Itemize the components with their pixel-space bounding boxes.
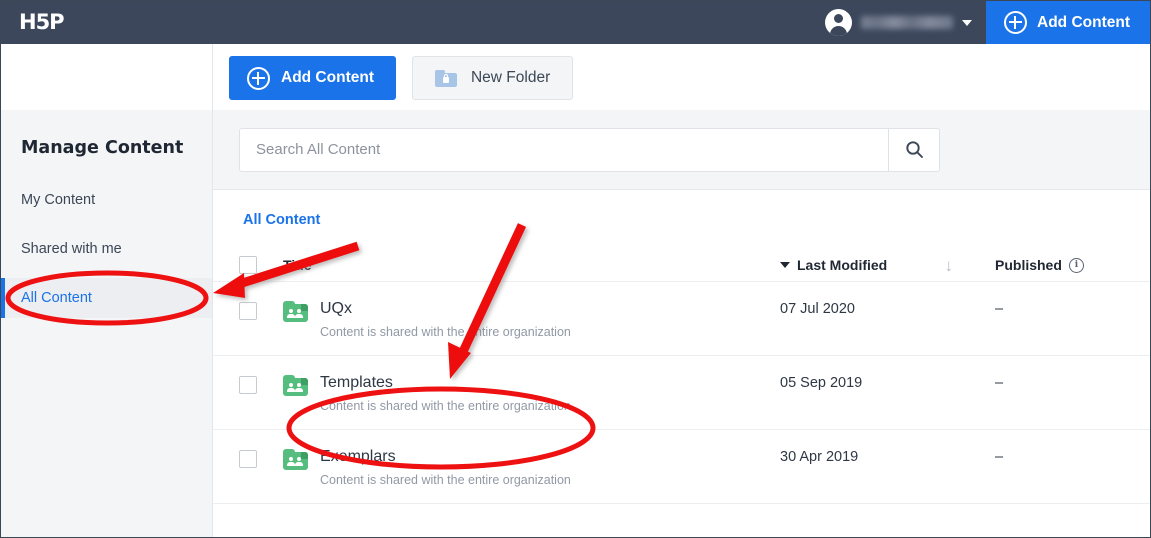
row-title-cell: UQx Content is shared with the entire or… (283, 300, 780, 339)
sort-direction-icon[interactable]: ↓ (945, 257, 954, 274)
search-input[interactable] (239, 127, 888, 172)
row-title[interactable]: Templates (320, 374, 571, 392)
shared-folder-icon (283, 449, 308, 470)
row-last-modified-cell: 30 Apr 2019 (780, 448, 995, 465)
sidebar: Manage Content My Content Shared with me… (1, 110, 213, 537)
folder-lock-icon (434, 69, 457, 87)
table-row[interactable]: UQx Content is shared with the entire or… (213, 282, 1150, 356)
search-bar (239, 127, 940, 172)
row-title[interactable]: Exemplars (320, 448, 571, 466)
table-row[interactable]: Templates Content is shared with the ent… (213, 356, 1150, 430)
search-button[interactable] (888, 127, 940, 172)
search-band (213, 110, 1150, 190)
select-all-cell (239, 256, 283, 274)
info-icon[interactable]: i (1068, 257, 1084, 273)
toolbar-actions: Add Content New Folder (229, 56, 574, 100)
select-all-checkbox[interactable] (239, 256, 257, 274)
row-subtitle: Content is shared with the entire organi… (320, 325, 571, 339)
chevron-down-icon[interactable] (962, 19, 973, 26)
main-content-panel: All Content Title Last Modified ↓ (213, 110, 1150, 537)
row-checkbox[interactable] (239, 376, 257, 394)
shared-folder-icon (283, 301, 308, 322)
row-last-modified: 30 Apr 2019 (780, 449, 859, 465)
column-header-last-modified[interactable]: Last Modified ↓ (780, 257, 995, 274)
table-row[interactable]: Exemplars Content is shared with the ent… (213, 430, 1150, 504)
add-content-label-topbar: Add Content (1037, 13, 1130, 31)
table-header-row: Title Last Modified ↓ Published i (213, 249, 1150, 282)
user-avatar-icon (825, 9, 853, 36)
sort-caret-icon (780, 262, 790, 268)
add-content-label: Add Content (281, 69, 374, 86)
add-content-button[interactable]: Add Content (229, 56, 396, 100)
toolbar-left-pane (1, 44, 213, 110)
column-title-label: Title (283, 257, 312, 273)
column-published-label: Published (995, 257, 1062, 273)
row-published-cell: – (995, 448, 1150, 466)
row-last-modified-cell: 05 Sep 2019 (780, 374, 995, 391)
h5p-logo[interactable]: H5P (19, 12, 65, 33)
row-published: – (995, 375, 1004, 391)
sidebar-item-label: Shared with me (21, 241, 122, 257)
search-icon (905, 141, 923, 158)
content-table: Title Last Modified ↓ Published i UQx Co… (213, 249, 1150, 504)
breadcrumb: All Content (213, 190, 1150, 229)
row-last-modified: 07 Jul 2020 (780, 301, 855, 317)
row-title-cell: Exemplars Content is shared with the ent… (283, 448, 780, 487)
row-subtitle: Content is shared with the entire organi… (320, 399, 571, 413)
sidebar-item-my-content[interactable]: My Content (1, 180, 212, 220)
toolbar-row: Add Content New Folder (1, 44, 1150, 111)
user-menu[interactable] (825, 1, 986, 44)
row-last-modified: 05 Sep 2019 (780, 375, 863, 391)
row-subtitle: Content is shared with the entire organi… (320, 473, 571, 487)
h5p-content-manager-window: H5P Add Content Add Content New Folder M… (0, 0, 1151, 538)
new-folder-label: New Folder (470, 69, 551, 86)
row-published-cell: – (995, 300, 1150, 318)
row-select-cell (239, 300, 283, 320)
row-title-cell: Templates Content is shared with the ent… (283, 374, 780, 413)
plus-circle-icon (247, 66, 270, 90)
sidebar-menu: My Content Shared with me All Content (1, 180, 212, 318)
row-checkbox[interactable] (239, 450, 257, 468)
top-navigation-bar: H5P Add Content (1, 1, 1150, 44)
row-title[interactable]: UQx (320, 300, 571, 318)
sidebar-title: Manage Content (21, 138, 184, 158)
row-last-modified-cell: 07 Jul 2020 (780, 300, 995, 317)
row-published-cell: – (995, 374, 1150, 392)
row-published: – (995, 449, 1004, 465)
plus-circle-icon (1004, 11, 1028, 34)
column-last-modified-label: Last Modified (797, 257, 888, 273)
row-select-cell (239, 374, 283, 394)
column-header-published[interactable]: Published i (995, 257, 1150, 273)
row-select-cell (239, 448, 283, 468)
sidebar-item-shared-with-me[interactable]: Shared with me (1, 229, 212, 269)
user-name-label (861, 16, 954, 29)
sidebar-item-all-content[interactable]: All Content (1, 278, 212, 318)
shared-folder-icon (283, 375, 308, 396)
column-header-title[interactable]: Title (283, 257, 780, 273)
sidebar-item-label: My Content (21, 192, 96, 208)
add-content-button-topbar[interactable]: Add Content (986, 1, 1150, 44)
row-checkbox[interactable] (239, 302, 257, 320)
new-folder-button[interactable]: New Folder (411, 56, 574, 100)
sidebar-item-label: All Content (21, 290, 92, 306)
row-published: – (995, 301, 1004, 317)
breadcrumb-all-content[interactable]: All Content (243, 212, 320, 228)
